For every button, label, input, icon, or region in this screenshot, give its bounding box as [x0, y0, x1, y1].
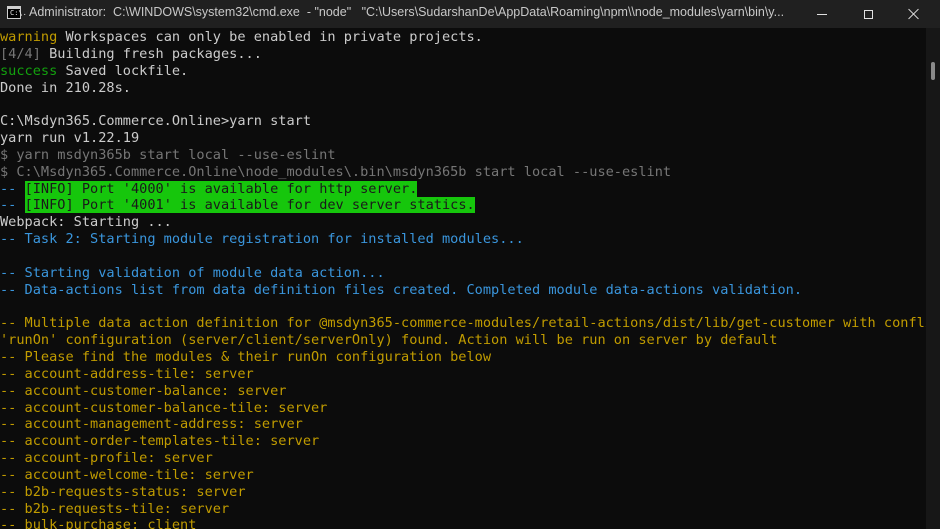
console-text: -- b2b-requests-tile: server — [0, 500, 230, 517]
console-line: -- account-address-tile: server — [0, 366, 926, 383]
console-line: -- Data-actions list from data definitio… — [0, 282, 926, 299]
console-line: -- account-profile: server — [0, 450, 926, 467]
console-text: -- account-welcome-tile: server — [0, 466, 254, 483]
console-output[interactable]: warning Workspaces can only be enabled i… — [0, 28, 926, 529]
console-text: warning — [0, 29, 58, 45]
highlighted-text: [INFO] Port '4000' is available for http… — [24, 180, 418, 197]
console-text: -- account-profile: server — [0, 450, 213, 467]
console-line: -- Starting validation of module data ac… — [0, 265, 926, 282]
cmd-icon-glyph: C:\. — [10, 9, 27, 17]
console-text: [4/4] — [0, 45, 41, 62]
console-text: yarn run v1.22.19 — [0, 130, 140, 147]
console-line: $ yarn msdyn365b start local --use-eslin… — [0, 147, 926, 164]
console-text: Saved lockfile. — [57, 62, 189, 79]
console-text: -- account-order-templates-tile: server — [0, 433, 320, 450]
console-line: -- account-customer-balance: server — [0, 383, 926, 400]
console-line: Done in 210.28s. — [0, 80, 926, 97]
console-text: C:\Msdyn365.Commerce.Online>yarn start — [0, 113, 311, 130]
console-line: -- [INFO] Port '4001' is available for d… — [0, 197, 926, 214]
highlighted-text: [INFO] Port '4001' is available for dev … — [24, 197, 475, 214]
console-text: -- Starting validation of module data ac… — [0, 264, 385, 281]
console-line: C:\Msdyn365.Commerce.Online>yarn start — [0, 113, 926, 130]
console-text: -- account-address-tile: server — [0, 365, 254, 382]
console-text: -- — [0, 197, 25, 214]
minimize-icon — [817, 13, 827, 15]
console-text: 'runOn' configuration (server/client/ser… — [0, 332, 778, 349]
scrollbar-thumb[interactable] — [931, 62, 935, 80]
console-text: -- Task 2: Starting module registration … — [0, 231, 524, 248]
console-text: $ C:\Msdyn365.Commerce.Online\node_modul… — [0, 163, 672, 180]
minimize-button[interactable] — [799, 0, 845, 28]
console-line: -- account-order-templates-tile: server — [0, 433, 926, 450]
console-text: -- Multiple data action definition for @… — [0, 315, 926, 332]
console-line: 'runOn' configuration (server/client/ser… — [0, 332, 926, 349]
console-line: $ C:\Msdyn365.Commerce.Online\node_modul… — [0, 164, 926, 181]
console-text: -- account-management-address: server — [0, 416, 303, 433]
console-line: -- b2b-requests-tile: server — [0, 501, 926, 518]
cmd-window: C:\. Administrator: C:\WINDOWS\system32\… — [0, 0, 940, 529]
console-text: Done in 210.28s. — [0, 79, 131, 96]
console-line: -- Multiple data action definition for @… — [0, 315, 926, 332]
console-text: -- bulk-purchase: client — [0, 517, 197, 529]
console-text: -- b2b-requests-status: server — [0, 483, 246, 500]
console-text: -- Data-actions list from data definitio… — [0, 281, 803, 298]
console-text: -- — [0, 180, 25, 197]
console-text: Workspaces can only be enabled in privat… — [57, 29, 483, 45]
console-line: Webpack: Starting ... — [0, 214, 926, 231]
console-text: -- account-customer-balance: server — [0, 382, 287, 399]
close-button[interactable] — [891, 0, 937, 28]
close-icon — [908, 8, 920, 20]
console-line: -- account-welcome-tile: server — [0, 467, 926, 484]
window-title: Administrator: C:\WINDOWS\system32\cmd.e… — [29, 5, 785, 19]
console-line: -- Please find the modules & their runOn… — [0, 349, 926, 366]
console-text: $ yarn msdyn365b start local --use-eslin… — [0, 146, 336, 163]
console-text: -- Please find the modules & their runOn… — [0, 349, 492, 366]
console-line: yarn run v1.22.19 — [0, 130, 926, 147]
console-line: -- account-customer-balance-tile: server — [0, 400, 926, 417]
console-line: -- Task 2: Starting module registration … — [0, 231, 926, 248]
console-line: -- [INFO] Port '4000' is available for h… — [0, 180, 926, 198]
console-line: -- bulk-purchase: client — [0, 517, 926, 529]
console-line: -- b2b-requests-status: server — [0, 484, 926, 501]
console-line: -- account-management-address: server — [0, 416, 926, 433]
vertical-scrollbar[interactable] — [926, 28, 940, 529]
console-text: Webpack: Starting ... — [0, 214, 172, 231]
maximize-icon — [863, 9, 873, 19]
cmd-icon[interactable]: C:\. — [7, 6, 27, 19]
console-line: success Saved lockfile. — [0, 63, 926, 80]
maximize-button[interactable] — [845, 0, 891, 28]
console-text: success — [0, 62, 58, 79]
console-text: -- account-customer-balance-tile: server — [0, 399, 328, 416]
title-bar[interactable]: C:\. Administrator: C:\WINDOWS\system32\… — [0, 0, 940, 28]
console-line: warning Workspaces can only be enabled i… — [0, 29, 926, 46]
console-line: [4/4] Building fresh packages... — [0, 46, 926, 63]
console-text: Building fresh packages... — [40, 45, 262, 62]
